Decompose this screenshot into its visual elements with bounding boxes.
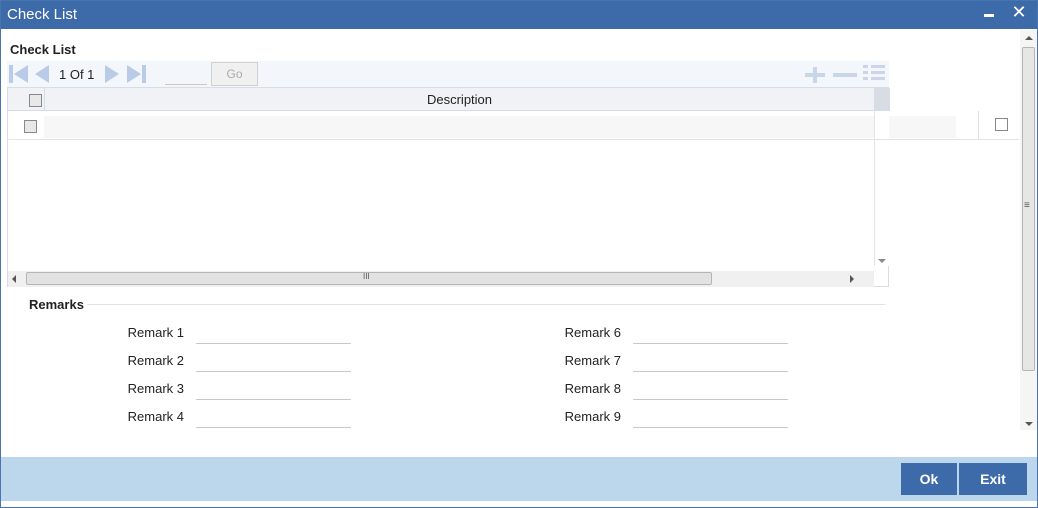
remark-9-input[interactable] [633, 408, 788, 428]
select-all-checkbox[interactable] [29, 94, 42, 107]
remark-2-label: Remark 2 [127, 353, 184, 368]
scroll-right-icon[interactable] [850, 275, 854, 283]
row-select-checkbox[interactable] [24, 120, 37, 133]
remark-9-label: Remark 9 [564, 409, 621, 424]
next-page-icon[interactable] [103, 65, 123, 83]
title-bar: Check List ✕ [1, 1, 1037, 29]
page-info: 1 Of 1 [59, 67, 95, 82]
checklist-grid: Description [7, 87, 956, 287]
delete-row-icon[interactable] [833, 65, 857, 85]
last-page-icon[interactable] [127, 65, 147, 83]
horizontal-scroll-thumb[interactable] [26, 272, 712, 285]
remark-1-label: Remark 1 [127, 325, 184, 340]
page-scroll-down-icon[interactable] [1025, 422, 1033, 426]
remark-7-label: Remark 7 [564, 353, 621, 368]
single-view-icon[interactable] [863, 65, 887, 85]
window-title: Check List [7, 6, 78, 23]
grid-horizontal-scrollbar[interactable] [8, 271, 874, 287]
scroll-down-icon[interactable] [878, 259, 886, 263]
remark-6-label: Remark 6 [564, 325, 621, 340]
remarks-divider [87, 304, 885, 305]
description-column-header: Description [44, 88, 874, 111]
remark-3-input[interactable] [196, 380, 351, 400]
remark-3-label: Remark 3 [127, 381, 184, 396]
go-button[interactable]: Go [211, 62, 258, 86]
check-list-window: Check List ✕ Check List 1 Of 1 Go Descri… [0, 0, 1038, 508]
row-description-input[interactable] [44, 116, 956, 138]
remark-7-input[interactable] [633, 352, 788, 372]
remark-1-input[interactable] [196, 324, 351, 344]
remark-4-label: Remark 4 [127, 409, 184, 424]
remark-8-input[interactable] [633, 380, 788, 400]
scroll-left-icon[interactable] [12, 275, 16, 283]
row-extra-checkbox[interactable] [995, 118, 1008, 131]
exit-button[interactable]: Exit [959, 463, 1027, 495]
checklist-section-title: Check List [10, 42, 76, 57]
remark-8-label: Remark 8 [564, 381, 621, 396]
minimize-icon[interactable] [981, 3, 997, 23]
column-divider [978, 111, 979, 139]
close-icon[interactable]: ✕ [1009, 1, 1029, 23]
grid-header: Description [8, 88, 874, 111]
remark-2-input[interactable] [196, 352, 351, 372]
page-scroll-thumb[interactable] [1022, 47, 1035, 371]
footer-bar: Ok Exit [1, 457, 1037, 501]
row-divider [7, 139, 1019, 140]
table-row [8, 112, 1020, 140]
remark-6-input[interactable] [633, 324, 788, 344]
ok-button[interactable]: Ok [901, 463, 957, 495]
remark-4-input[interactable] [196, 408, 351, 428]
first-page-icon[interactable] [9, 65, 29, 83]
page-scroll-up-icon[interactable] [1025, 36, 1033, 40]
add-row-icon[interactable] [803, 65, 827, 85]
remarks-section-title: Remarks [29, 297, 84, 312]
header-scroll-stub [874, 88, 890, 111]
page-vertical-scrollbar[interactable] [1020, 30, 1037, 430]
previous-page-icon[interactable] [33, 65, 53, 83]
page-number-input[interactable] [165, 65, 207, 85]
grid-vertical-scrollbar[interactable] [874, 111, 889, 266]
pagination-toolbar: 1 Of 1 Go [7, 61, 889, 87]
